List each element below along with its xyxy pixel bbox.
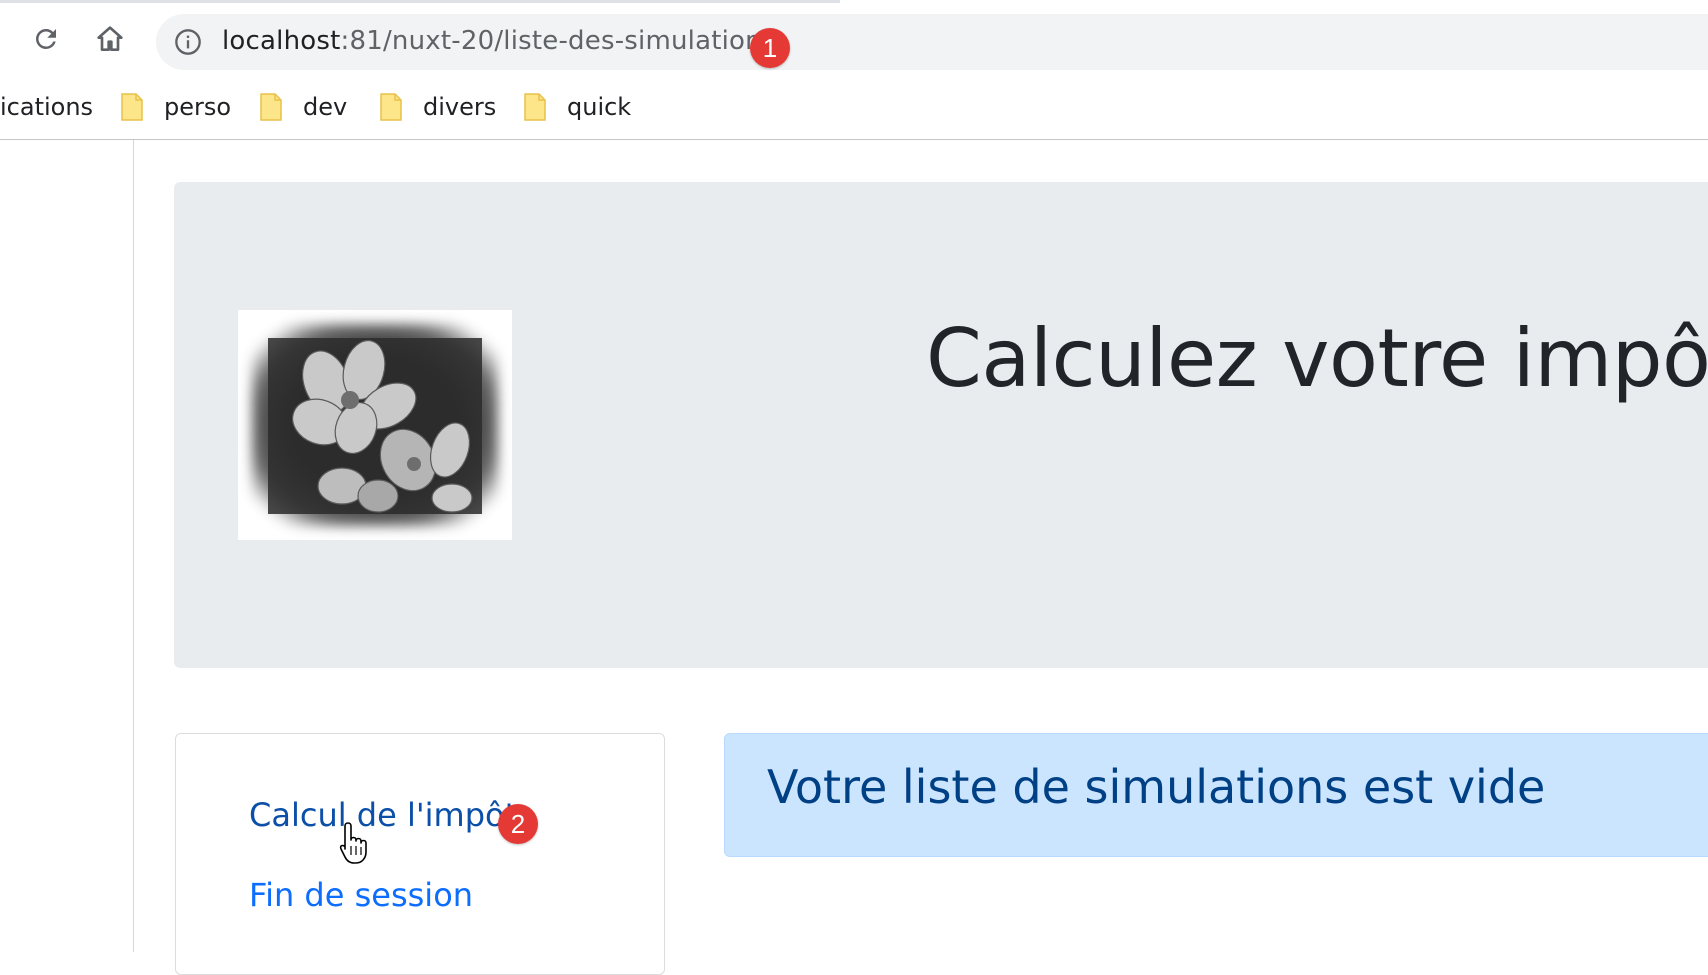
url-text[interactable]: localhost:81/nuxt-20/liste-des-simulatio… xyxy=(222,24,776,58)
page-viewport: Calculez votre impôt Calcul de l'impôt 2… xyxy=(0,140,1708,975)
bookmarks-bar: ications perso dev divers quick xyxy=(0,75,1708,140)
bookmark-applications[interactable]: ications xyxy=(0,87,93,127)
bookmark-folder-perso[interactable]: perso xyxy=(120,87,231,127)
url-host: localhost xyxy=(222,26,341,56)
bookmark-label: quick xyxy=(567,93,632,121)
page-title: Calculez votre impôt xyxy=(926,312,1708,405)
annotation-badge-2: 2 xyxy=(498,804,538,844)
folder-icon xyxy=(524,93,546,121)
bookmark-label: divers xyxy=(423,93,497,121)
hand-cursor-icon xyxy=(339,822,367,864)
bookmark-label: perso xyxy=(164,93,232,121)
home-button[interactable] xyxy=(88,17,132,61)
bookmark-folder-divers[interactable]: divers xyxy=(379,87,496,127)
folder-icon xyxy=(380,93,402,121)
info-circle-icon[interactable] xyxy=(174,28,202,56)
bookmark-label: ications xyxy=(0,93,94,121)
page-header: Calculez votre impôt xyxy=(174,182,1708,668)
home-icon xyxy=(97,26,123,51)
bookmark-folder-dev[interactable]: dev xyxy=(259,87,347,127)
menu-link-calcul-impot[interactable]: Calcul de l'impôt xyxy=(249,796,517,834)
annotation-badge-1: 1 xyxy=(750,28,790,68)
empty-simulations-alert: Votre liste de simulations est vide xyxy=(724,733,1708,857)
container-border xyxy=(133,140,134,952)
reload-button[interactable] xyxy=(24,17,68,61)
browser-toolbar: localhost:81/nuxt-20/liste-des-simulatio… xyxy=(0,3,1708,75)
folder-icon xyxy=(260,93,282,121)
address-bar[interactable]: localhost:81/nuxt-20/liste-des-simulatio… xyxy=(156,14,1708,70)
bookmark-folder-quick[interactable]: quick xyxy=(523,87,631,127)
bookmark-label: dev xyxy=(303,93,348,121)
folder-icon xyxy=(121,93,143,121)
flower-photo xyxy=(252,324,498,526)
menu-link-fin-session[interactable]: Fin de session xyxy=(249,876,473,914)
url-path: :81/nuxt-20/liste-des-simulations xyxy=(340,26,776,56)
reload-icon xyxy=(36,28,56,49)
alert-message: Votre liste de simulations est vide xyxy=(767,760,1546,814)
sidebar-menu: Calcul de l'impôt 2 Fin de session xyxy=(175,733,665,975)
logo-image xyxy=(238,310,512,540)
